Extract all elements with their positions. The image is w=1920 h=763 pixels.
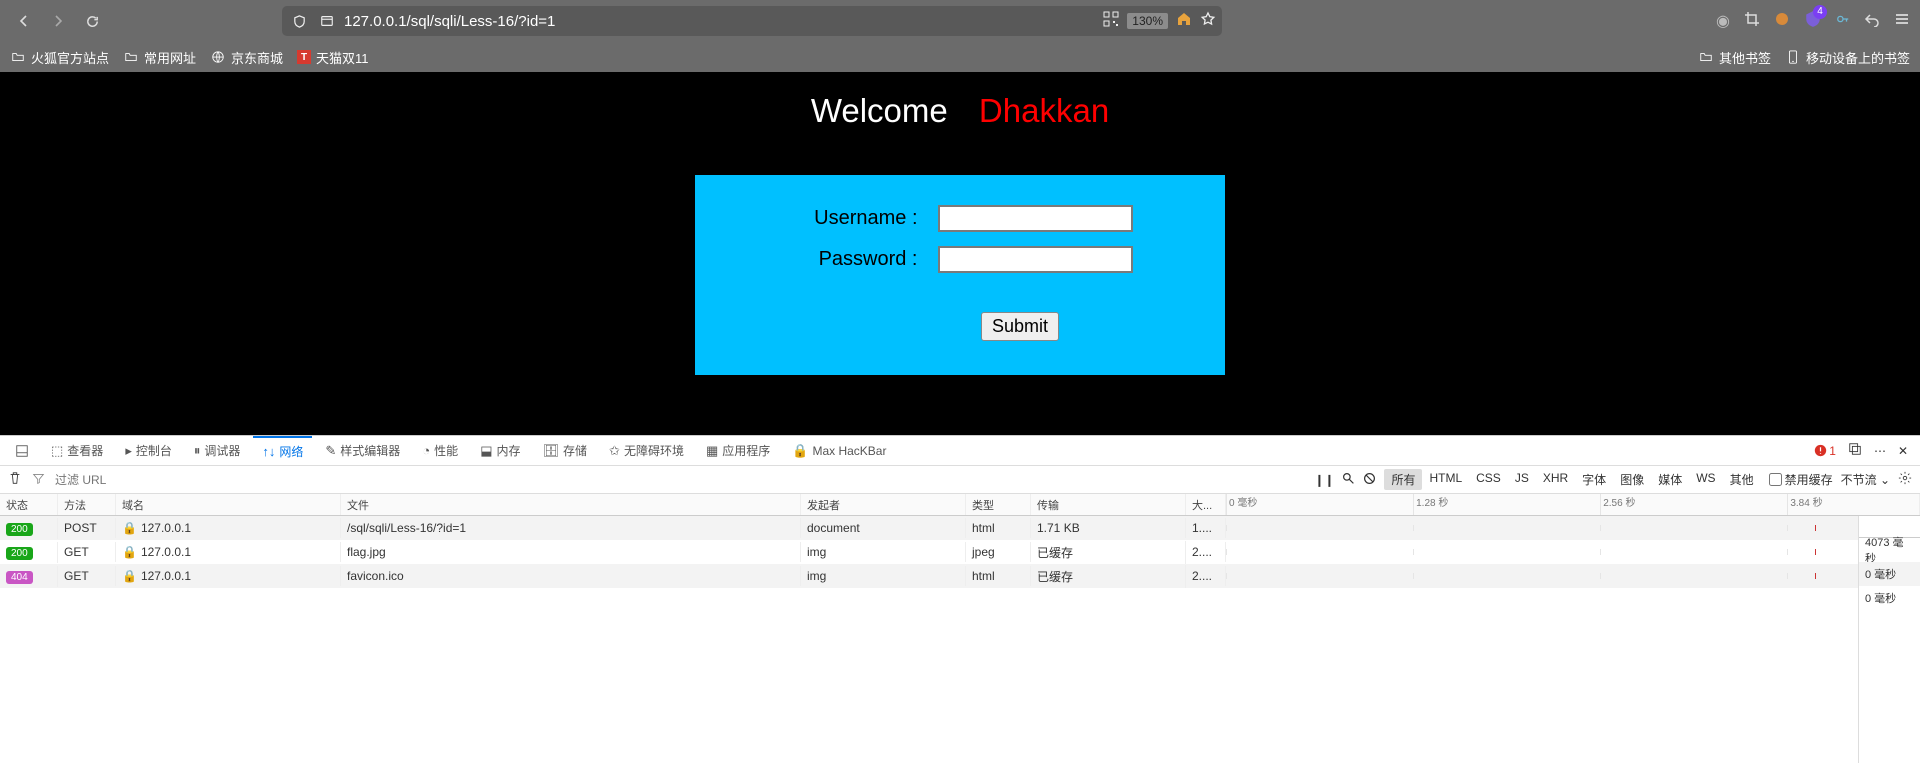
page-title: Welcome Dhakkan [811, 92, 1109, 130]
shield-icon [288, 14, 310, 29]
forward-button[interactable] [44, 7, 72, 35]
tab-storage[interactable]: 🗄存储 [534, 436, 597, 465]
table-row[interactable]: 404GET🔒127.0.0.1favicon.icoimghtml已缓存2..… [0, 564, 1920, 588]
folder-icon [1698, 49, 1714, 65]
tab-inspector[interactable]: ⬚查看器 [42, 436, 112, 465]
address-bar[interactable]: 130% [282, 6, 1222, 36]
filter-input[interactable] [55, 473, 305, 487]
bookmark-firefox[interactable]: 火狐官方站点 [10, 48, 109, 67]
username-label: Username : [788, 207, 918, 230]
qr-icon[interactable] [1103, 11, 1119, 32]
devtools-more-icon[interactable]: ⋯ [1874, 444, 1886, 458]
tab-hackbar[interactable]: 🔒Max HacKBar [783, 436, 895, 465]
tab-network[interactable]: ↑↓网络 [253, 436, 312, 465]
settings-gear-icon[interactable] [1898, 471, 1912, 488]
tab-console[interactable]: ▸控制台 [116, 436, 181, 465]
password-input[interactable] [938, 246, 1133, 273]
mobile-icon [1785, 49, 1801, 65]
submit-button[interactable]: Submit [981, 312, 1059, 341]
network-headers: 状态 方法 域名 文件 发起者 类型 传输 大... 0 毫秒 1.28 秒 2… [0, 494, 1920, 516]
block-icon[interactable] [1363, 472, 1376, 488]
bookmark-tmall[interactable]: T 天猫双11 [297, 48, 369, 67]
trash-icon[interactable] [8, 471, 22, 488]
summary-cell: 0 毫秒 [1859, 586, 1920, 610]
home-icon[interactable] [1176, 11, 1192, 32]
page-content: Welcome Dhakkan Username : Password : Su… [0, 72, 1920, 435]
menu-icon[interactable] [1894, 11, 1910, 32]
folder-icon [123, 49, 139, 65]
filter-funnel-icon[interactable] [32, 472, 45, 488]
globe-icon [210, 49, 226, 65]
back-button[interactable] [10, 7, 38, 35]
tab-style[interactable]: ✎样式编辑器 [316, 436, 409, 465]
bookmark-other[interactable]: 其他书签 [1698, 48, 1771, 67]
ext-icon-crop[interactable] [1744, 11, 1760, 32]
throttle-select[interactable]: 不节流 ⌄ [1841, 471, 1890, 488]
ext-icon-key[interactable] [1836, 12, 1850, 31]
zoom-badge[interactable]: 130% [1127, 13, 1168, 29]
tmall-icon: T [297, 50, 311, 64]
username-input[interactable] [938, 205, 1133, 232]
login-form: Username : Password : Submit [695, 175, 1225, 375]
table-row[interactable]: 200GET🔒127.0.0.1flag.jpgimgjpeg已缓存2.... [0, 540, 1920, 564]
tab-perf[interactable]: ◔性能 [413, 436, 467, 465]
tab-debugger[interactable]: ⏸调试器 [185, 436, 250, 465]
summary-cell: 0 毫秒 [1859, 562, 1920, 586]
ext-icon-3[interactable] [1774, 11, 1790, 32]
ext-icon-1[interactable]: ◉ [1716, 11, 1730, 31]
page-info-icon[interactable] [316, 14, 338, 28]
table-row[interactable]: 200POST🔒127.0.0.1/sql/sqli/Less-16/?id=1… [0, 516, 1920, 540]
bookmark-star-icon[interactable] [1200, 11, 1216, 32]
ext-icon-4[interactable]: 4 [1804, 10, 1822, 33]
summary-cell: 4073 毫秒 [1859, 538, 1920, 562]
devtools-dock-icon[interactable] [6, 436, 38, 465]
error-count[interactable]: 1 [1814, 444, 1836, 458]
reload-button[interactable] [78, 7, 106, 35]
tab-a11y[interactable]: ✩无障碍环境 [600, 436, 693, 465]
devtools-close-icon[interactable]: ✕ [1898, 444, 1908, 458]
undo-icon[interactable] [1864, 11, 1880, 32]
search-icon[interactable] [1342, 472, 1355, 488]
devtools-panel: ⬚查看器 ▸控制台 ⏸调试器 ↑↓网络 ✎样式编辑器 ◔性能 ⬓内存 🗄存储 ✩… [0, 435, 1920, 763]
folder-icon [10, 49, 26, 65]
url-input[interactable] [344, 13, 1097, 30]
pause-icon[interactable]: ❙❙ [1314, 473, 1334, 487]
tab-memory[interactable]: ⬓内存 [471, 436, 529, 465]
tab-app[interactable]: ▦应用程序 [697, 436, 779, 465]
bookmark-mobile[interactable]: 移动设备上的书签 [1785, 48, 1910, 67]
bookmark-common[interactable]: 常用网址 [123, 48, 196, 67]
devtools-window-icon[interactable] [1848, 442, 1862, 459]
disable-cache-check[interactable]: 禁用缓存 [1769, 471, 1833, 488]
password-label: Password : [788, 248, 918, 271]
type-filter[interactable]: 所有 HTML CSS JS XHR 字体 图像 媒体 WS 其他 [1384, 469, 1760, 490]
bookmark-jd[interactable]: 京东商城 [210, 48, 283, 67]
